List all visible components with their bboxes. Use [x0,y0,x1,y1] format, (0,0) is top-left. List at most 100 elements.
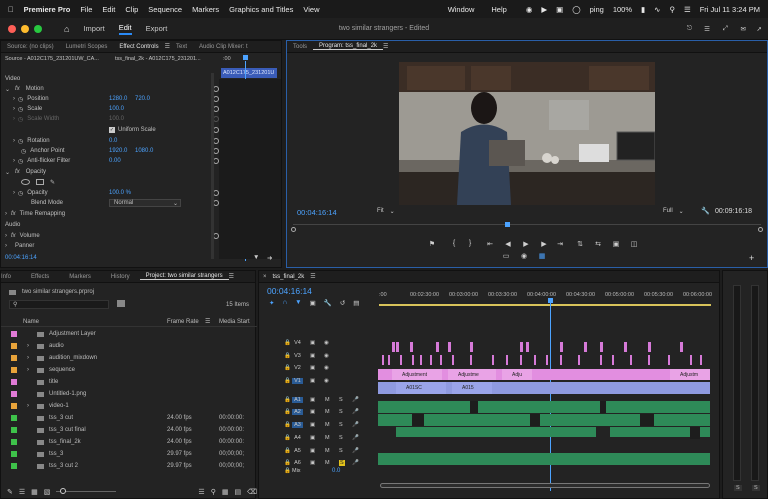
track-gap[interactable] [600,401,606,413]
stopwatch-icon[interactable]: ◷ [18,190,23,197]
microphone-icon[interactable]: 🎤 [352,409,359,415]
go-to-in-icon[interactable]: ⇤ [485,240,495,248]
chevron-right-icon[interactable]: › [13,96,15,102]
sync-lock-icon[interactable]: ▣ [310,340,315,346]
play-button[interactable]: ▶ [521,240,531,248]
mute-button[interactable]: M [325,422,330,428]
blend-mode-select[interactable]: Normal ⌄ [109,199,181,207]
chevron-right-icon[interactable]: › [13,138,15,144]
ec-playhead-marker[interactable] [243,55,248,60]
title-clip[interactable] [436,342,439,352]
stopwatch-icon[interactable]: ◷ [21,148,26,155]
label-color-swatch[interactable] [11,391,17,397]
chevron-right-icon[interactable]: › [13,190,15,196]
tab-edit[interactable]: Edit [118,23,132,35]
lock-icon[interactable]: 🔒 [284,448,291,454]
adjustment-clip[interactable]: Adjustment [392,369,442,380]
status-icon[interactable]: ◉ [526,5,533,14]
title-clip[interactable] [578,355,580,365]
sync-lock-icon[interactable]: ▣ [310,397,315,403]
apple-icon[interactable]:  [8,5,14,14]
title-clip[interactable] [506,355,508,365]
panner-row[interactable]: › Panner [5,241,223,251]
lock-icon[interactable]: 🔒 [284,468,291,474]
video-clip[interactable]: A015 [452,382,492,394]
sync-icon[interactable]: ↺ [340,299,345,307]
program-timecode[interactable]: 00:04:16:14 [297,208,337,217]
title-clip[interactable] [546,355,548,365]
microphone-icon[interactable]: 🎤 [352,422,359,428]
chevron-down-icon[interactable]: ⌄ [5,169,10,176]
search-icon[interactable]: ⚲ [669,5,675,14]
adjustment-clip[interactable]: Adju [502,369,532,380]
title-clip[interactable] [492,355,494,365]
sync-lock-icon[interactable]: ▣ [310,378,315,384]
microphone-icon[interactable]: 🎤 [352,448,359,454]
list-item[interactable]: Adjustment Layer [5,328,245,340]
fx-icon[interactable]: fx [15,169,20,175]
fx-icon[interactable]: fx [15,86,20,92]
title-clip[interactable] [388,355,390,365]
label-color-swatch[interactable] [11,427,17,433]
control-center-icon[interactable]: ☰ [684,5,691,14]
audio-clip-a1[interactable] [378,401,710,413]
ec-clip-bar[interactable]: A012C175_231201U [221,68,277,78]
new-bin-icon[interactable] [117,300,125,307]
icon-view-icon[interactable]: ▦ [31,488,38,496]
chevron-right-icon[interactable]: › [5,211,7,217]
mute-button[interactable]: M [325,409,330,415]
ec-scrollbar[interactable] [211,73,214,259]
chevron-down-icon[interactable]: ⌄ [5,86,10,93]
lock-icon[interactable]: 🔒 [284,435,291,441]
screen-icon[interactable]: ▣ [556,5,563,14]
title-clip[interactable] [412,355,414,365]
track-gap[interactable] [412,414,424,426]
title-clip[interactable] [452,355,454,365]
track-name[interactable]: A3 [292,422,303,428]
track-header-a3[interactable]: 🔒 A3 ▣ M S 🎤 [258,419,378,431]
toggle-output-icon[interactable]: ◉ [324,353,329,359]
scrub-end-handle[interactable] [758,227,763,232]
pencil-icon[interactable]: ✎ [7,488,13,496]
new-bin-icon[interactable]: ▦ [222,488,229,496]
lock-icon[interactable]: 🔒 [284,422,291,428]
app-name[interactable]: Premiere Pro [24,5,71,14]
insert-icon[interactable]: ⇅ [575,240,585,248]
find-icon[interactable]: ⚲ [211,488,216,496]
label-color-swatch[interactable] [11,343,17,349]
title-clip[interactable] [680,342,683,352]
timeline-ruler[interactable]: :00 00:02:30:00 00:03:00:00 00:03:30:00 00:0… [379,291,712,305]
program-scrubber[interactable] [291,222,763,232]
rotation-value[interactable]: 0.0 [109,138,117,144]
anchor-x-value[interactable]: 1920.0 [109,148,127,154]
tab-markers[interactable]: Markers [63,274,97,280]
mix-value[interactable]: 0.0 [332,468,340,474]
title-clip[interactable] [700,355,702,365]
safe-margins-icon[interactable]: ▭ [501,252,511,260]
menu-window[interactable]: Window [448,5,475,14]
arrange-icon[interactable]: ☰ [704,25,710,33]
filter-icon[interactable]: ▼ [253,254,259,261]
list-item[interactable]: title [5,376,245,388]
snap-icon[interactable]: ✦ [269,299,274,307]
tab-tools[interactable]: Tools [287,44,313,50]
solo-button[interactable]: S [339,422,343,428]
flicker-value[interactable]: 0.00 [109,158,121,164]
sequence-header[interactable]: tss_final_2k - A012C175_231201... [115,56,201,62]
track-gap[interactable] [530,414,540,426]
list-item[interactable]: › video-1 [5,400,245,412]
title-clip[interactable] [470,342,473,352]
pen-mask-icon[interactable]: ✎ [50,179,55,186]
title-clip[interactable] [396,342,399,352]
title-clip[interactable] [600,355,602,365]
lock-icon[interactable]: 🔒 [284,409,291,415]
list-item[interactable]: › audio [5,340,245,352]
wrench-icon[interactable]: 🔧 [701,207,710,215]
opacity-value[interactable]: 100.0 % [109,190,131,196]
tab-program[interactable]: Program: tss_final_2k [313,43,384,50]
zoom-slider[interactable] [56,488,117,494]
track-header-a4[interactable]: 🔒 A4 ▣ M S 🎤 [258,432,378,444]
close-button[interactable] [8,24,16,33]
title-clip[interactable] [630,355,632,365]
lock-icon[interactable]: 🔒 [284,340,291,346]
